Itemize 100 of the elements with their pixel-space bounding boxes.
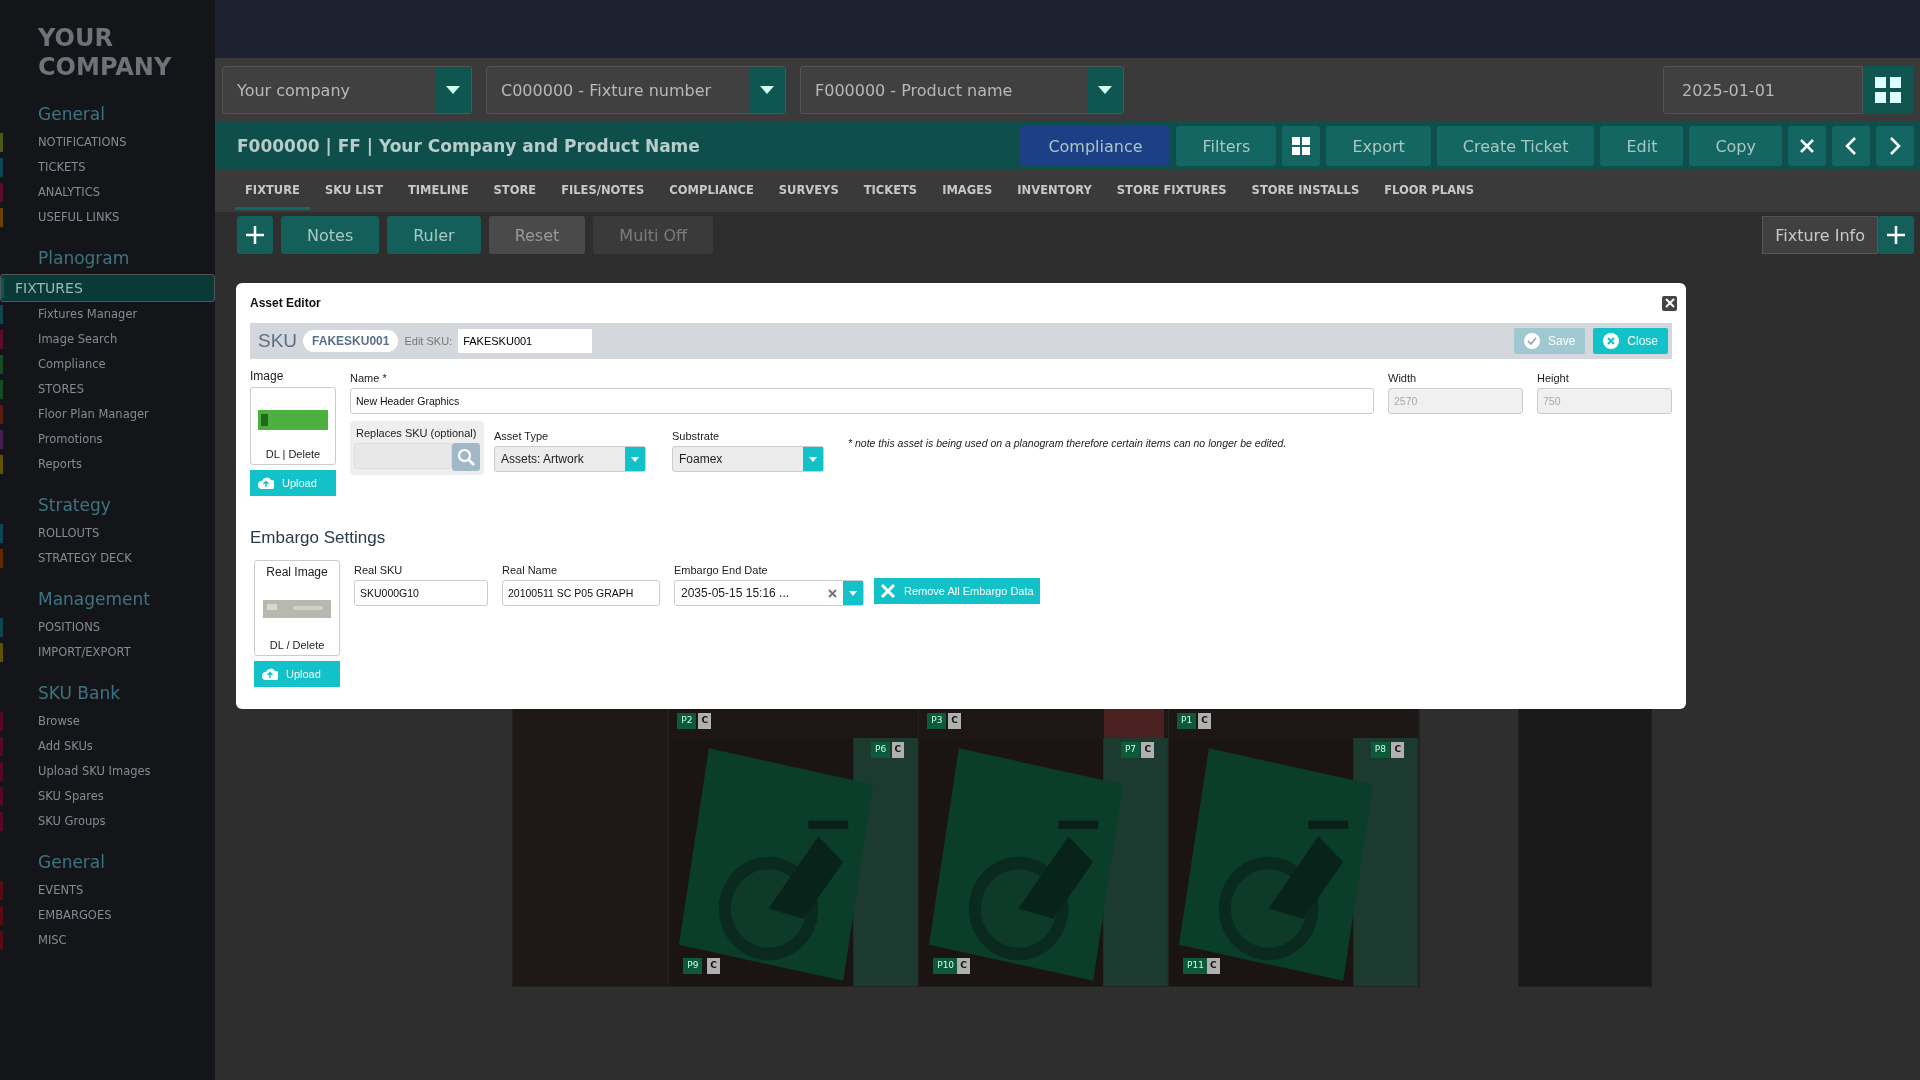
sidebar-item[interactable]: TICKETS — [0, 155, 215, 180]
position-badge[interactable]: C — [1141, 742, 1155, 758]
product-select[interactable]: F000000 - Product name — [800, 66, 1124, 114]
sku-label: SKU — [258, 330, 298, 352]
position-badge[interactable]: C — [1207, 958, 1220, 974]
toolbar-button[interactable]: Export — [1326, 126, 1431, 166]
sidebar-item[interactable]: ROLLOUTS — [0, 521, 215, 546]
substrate-label: Substrate — [672, 430, 721, 442]
sidebar-item[interactable]: STRATEGY DECK — [0, 546, 215, 571]
sidebar-item[interactable]: POSITIONS — [0, 615, 215, 640]
grid-button[interactable] — [1863, 66, 1913, 114]
sidebar-item[interactable]: Reports — [0, 452, 215, 477]
next-button[interactable] — [1876, 126, 1914, 166]
tab[interactable]: TIMELINE — [398, 172, 479, 210]
tab[interactable]: IMAGES — [932, 172, 1003, 210]
grid-button[interactable] — [1282, 126, 1321, 166]
position-badge[interactable]: C — [948, 713, 961, 729]
edit-sku-label: Edit SKU: — [404, 335, 453, 347]
sidebar-item[interactable]: NOTIFICATIONS — [0, 130, 215, 155]
toolbar-button[interactable]: Ruler — [387, 216, 481, 254]
add-button[interactable] — [1878, 216, 1914, 254]
sidebar-item[interactable]: USEFUL LINKS — [0, 205, 215, 230]
chevron-left-icon — [1845, 137, 1857, 155]
sidebar-item[interactable]: Image Search — [0, 327, 215, 352]
name-field[interactable]: New Header Graphics — [350, 388, 1374, 414]
sidebar-item[interactable]: IMPORT/EXPORT — [0, 640, 215, 665]
position-badge[interactable]: C — [1198, 713, 1211, 729]
sidebar-item[interactable]: Add SKUs — [0, 734, 215, 759]
sidebar-item[interactable]: FIXTURES — [0, 274, 215, 302]
position-tag[interactable]: P2 — [677, 713, 697, 729]
company-select[interactable]: Your company — [222, 66, 472, 114]
real-sku-field[interactable]: SKU000G10 — [354, 580, 488, 606]
sidebar-item[interactable]: Fixtures Manager — [0, 302, 215, 327]
tab[interactable]: STORE INSTALLS — [1241, 172, 1370, 210]
fixture-select[interactable]: C000000 - Fixture number — [486, 66, 786, 114]
tab[interactable]: SKU LIST — [314, 172, 393, 210]
close-button[interactable] — [1788, 126, 1826, 166]
position-tag[interactable]: P8 — [1370, 742, 1390, 758]
real-name-field[interactable]: 20100511 SC P05 GRAPH — [502, 580, 660, 606]
asset-type-label: Asset Type — [494, 430, 550, 442]
sidebar-item[interactable]: EVENTS — [0, 878, 215, 903]
position-tag[interactable]: P9 — [683, 958, 703, 974]
name-label: Name * — [350, 372, 388, 384]
date-field[interactable]: 2025-01-01 — [1663, 66, 1863, 114]
position-tag[interactable]: P1 — [1177, 713, 1197, 729]
sidebar-item[interactable]: EMBARGOES — [0, 903, 215, 928]
position-tag[interactable]: P3 — [927, 713, 947, 729]
sidebar-item[interactable]: Compliance — [0, 352, 215, 377]
add-button[interactable] — [237, 216, 273, 254]
tab[interactable]: SURVEYS — [768, 172, 849, 210]
sidebar-item[interactable]: Upload SKU Images — [0, 759, 215, 784]
sidebar-item[interactable]: SKU Groups — [0, 809, 215, 834]
company-logo: YOUR COMPANY — [38, 24, 173, 82]
dialog-title: Asset Editor — [250, 296, 321, 310]
close-button[interactable] — [1662, 295, 1677, 311]
sidebar-item[interactable]: MISC — [0, 928, 215, 953]
tab[interactable]: STORE — [483, 172, 547, 210]
tab[interactable]: FLOOR PLANS — [1374, 172, 1484, 210]
position-badge[interactable]: C — [957, 958, 970, 974]
position-tag[interactable]: P7 — [1120, 742, 1141, 758]
sidebar-item[interactable]: STORES — [0, 377, 215, 402]
tab[interactable]: COMPLIANCE — [659, 172, 764, 210]
download-delete-links[interactable]: DL | Delete — [265, 448, 321, 460]
tab[interactable]: TICKETS — [853, 172, 928, 210]
fixture-title: F000000 | FF | Your Company and Product Name — [237, 136, 700, 156]
grid-icon — [1875, 77, 1901, 103]
substrate-select[interactable]: Foamex — [672, 446, 824, 472]
toolbar-button[interactable]: Edit — [1600, 126, 1684, 166]
position-tag[interactable]: P11 — [1183, 958, 1208, 974]
toolbar-button[interactable]: Filters — [1176, 126, 1277, 166]
replaces-sku-field[interactable] — [354, 443, 452, 469]
sidebar-item[interactable]: Floor Plan Manager — [0, 402, 215, 427]
end-date-label: Embargo End Date — [674, 564, 769, 576]
sidebar-item[interactable]: SKU Spares — [0, 784, 215, 809]
compliance-button[interactable]: Compliance — [1020, 126, 1171, 166]
caret-icon — [809, 456, 817, 462]
asset-type-select[interactable]: Assets: Artwork — [494, 446, 646, 472]
edit-sku-field[interactable]: FAKESKU001 — [458, 329, 593, 353]
download-delete-links[interactable]: DL / Delete — [269, 639, 325, 651]
toolbar-button[interactable]: Copy — [1689, 126, 1782, 166]
fixture-info-button[interactable]: Fixture Info — [1762, 216, 1878, 254]
tab[interactable]: FILES/NOTES — [551, 172, 655, 210]
toolbar-button[interactable]: Create Ticket — [1436, 126, 1595, 166]
sidebar-item[interactable]: Promotions — [0, 427, 215, 452]
tab[interactable]: STORE FIXTURES — [1106, 172, 1237, 210]
position-badge[interactable]: C — [698, 713, 712, 729]
toolbar-button[interactable]: Notes — [281, 216, 380, 254]
plus-icon — [1886, 225, 1906, 245]
previous-button[interactable] — [1832, 126, 1870, 166]
position-badge[interactable]: C — [707, 958, 720, 974]
tab[interactable]: FIXTURE — [235, 172, 310, 210]
tab[interactable]: INVENTORY — [1007, 172, 1102, 210]
sidebar-heading: General — [38, 104, 106, 124]
sidebar-item[interactable]: Browse — [0, 709, 215, 734]
close-icon — [1664, 298, 1675, 308]
real-name-label: Real Name — [502, 564, 559, 576]
position-tag[interactable]: P10 — [933, 958, 959, 974]
position-badge[interactable]: C — [1391, 742, 1404, 758]
position-tag[interactable]: P6 — [871, 742, 891, 758]
sidebar-item[interactable]: ANALYTICS — [0, 180, 215, 205]
